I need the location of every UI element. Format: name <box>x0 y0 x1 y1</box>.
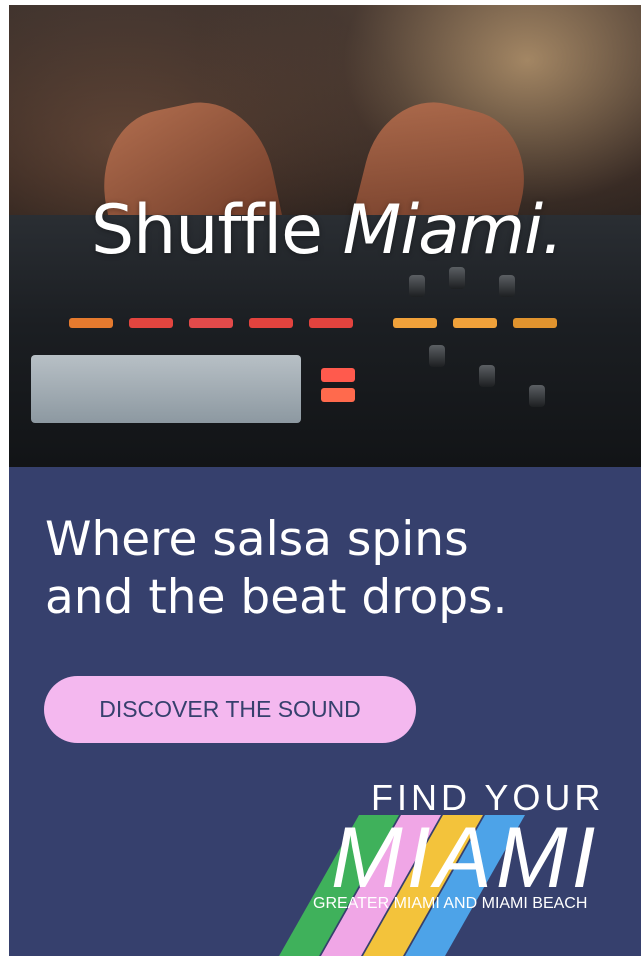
logo-subtitle: GREATER MIAMI AND MIAMI BEACH <box>313 895 588 912</box>
knob <box>449 267 465 289</box>
discover-the-sound-button[interactable]: DISCOVER THE SOUND <box>44 676 416 743</box>
hero-title-accent: Miami. <box>342 191 564 270</box>
pad <box>69 318 113 328</box>
find-your-miami-logo: MIAMI FIND YOUR GREATER MIAMI AND MIAMI … <box>279 775 641 956</box>
logo-top-text: FIND YOUR <box>371 777 605 818</box>
headline-line1: Where salsa spins <box>45 512 469 567</box>
knob <box>409 275 425 297</box>
pad <box>453 318 497 328</box>
pad <box>393 318 437 328</box>
pad <box>321 388 355 402</box>
pad <box>321 368 355 382</box>
logo-wordmark: MIAMI <box>331 810 599 906</box>
hero-photo-dj-mixer: Shuffle Miami. <box>9 5 641 467</box>
ad-banner[interactable]: Shuffle Miami. Where salsa spins and the… <box>9 5 641 956</box>
knob <box>429 345 445 367</box>
hero-title: Shuffle Miami. <box>91 191 564 270</box>
knob <box>499 275 515 297</box>
pad <box>309 318 353 328</box>
pad <box>189 318 233 328</box>
headline-line2: and the beat drops. <box>45 570 508 625</box>
pad <box>129 318 173 328</box>
hero-title-main: Shuffle <box>91 191 323 270</box>
knob <box>479 365 495 387</box>
mixer-screen <box>31 355 301 423</box>
pad <box>249 318 293 328</box>
pad <box>513 318 557 328</box>
headline: Where salsa spins and the beat drops. <box>45 511 605 627</box>
knob <box>529 385 545 407</box>
